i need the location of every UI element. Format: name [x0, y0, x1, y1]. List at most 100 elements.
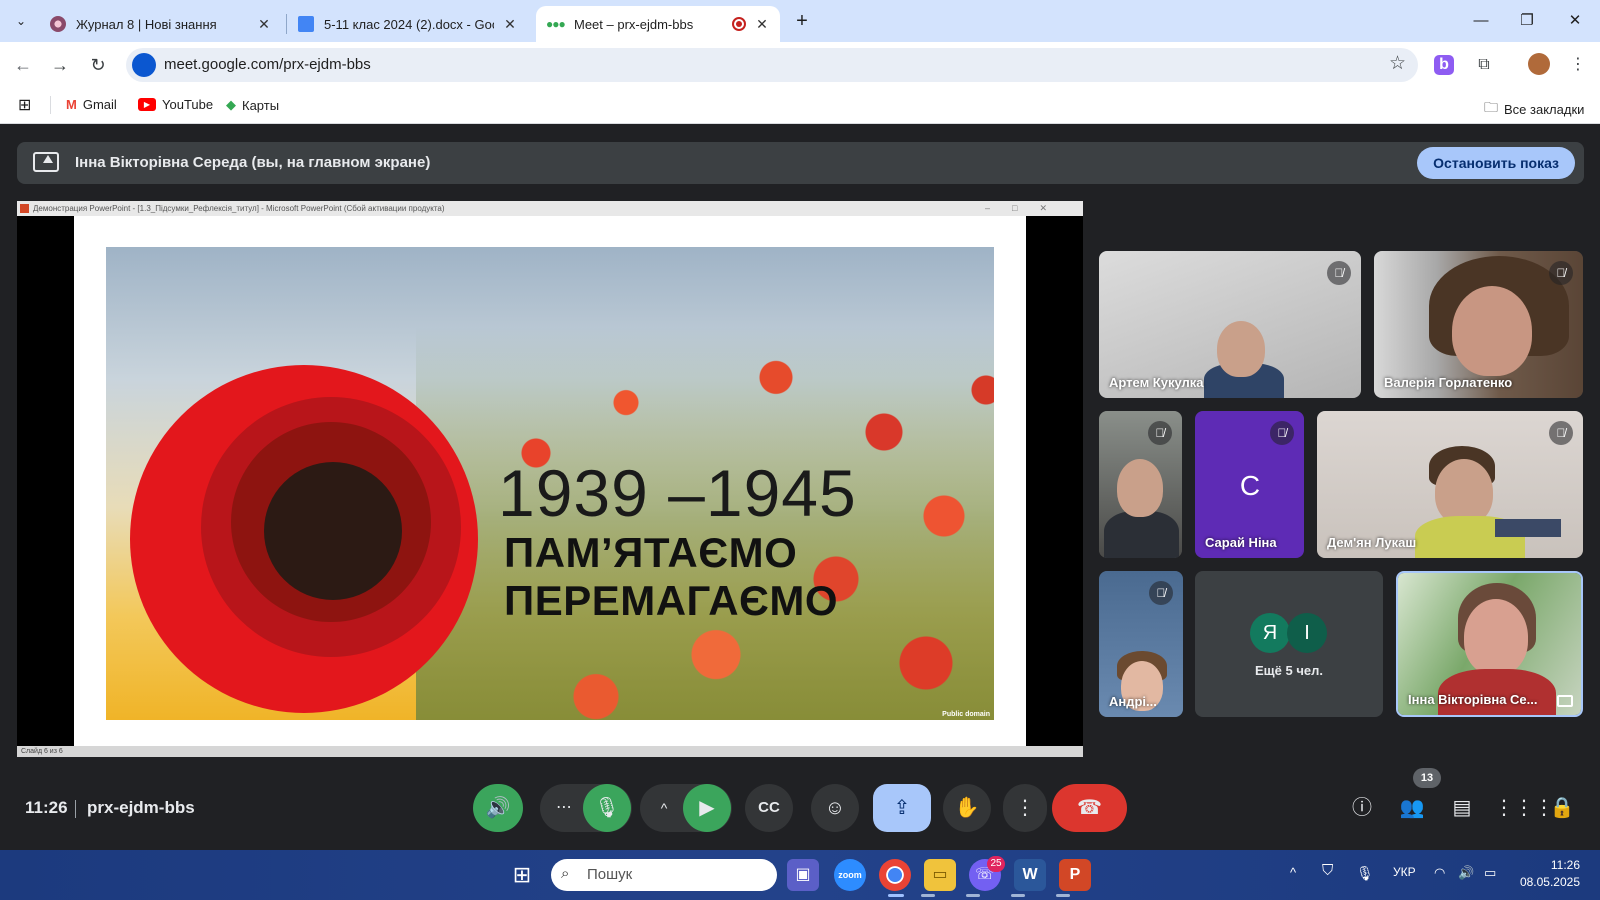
muted-mic-icon: 🎙̸	[1549, 421, 1573, 445]
wifi-icon[interactable]: ◠	[1434, 865, 1445, 881]
bookmark-maps[interactable]: ◆ Карты	[226, 97, 279, 113]
participant-name: Сарай Ніна	[1205, 535, 1277, 550]
extension-b-icon[interactable]: b	[1434, 55, 1454, 75]
shared-screen: Демонстрация PowerPoint - [1.3_Підсумки_…	[17, 201, 1083, 757]
self-tile[interactable]: Інна Вікторівна Се...	[1396, 571, 1583, 717]
more-participants-tile[interactable]: Я І Ещё 5 чел.	[1195, 571, 1383, 717]
participant-avatar: Я	[1250, 613, 1290, 653]
muted-mic-icon: 🎙̸	[1327, 261, 1351, 285]
camera-options-chevron-icon[interactable]: ^	[652, 784, 676, 832]
minimize-icon[interactable]: —	[1458, 8, 1504, 34]
extensions-puzzle-icon[interactable]: ⧉	[1472, 53, 1496, 77]
file-explorer-icon[interactable]: ▭	[924, 859, 956, 891]
bookmark-label: Карты	[242, 97, 280, 113]
battery-icon[interactable]: ▭	[1484, 865, 1496, 881]
journal-favicon-icon	[50, 16, 66, 32]
security-shield-icon[interactable]: ⛉	[1322, 862, 1333, 879]
chat-icon[interactable]: ▤	[1444, 790, 1480, 826]
slide-image: 1939 –1945 ПАМ’ЯТАЄМО ПЕРЕМАГАЄМО Public…	[106, 247, 994, 720]
youtube-icon: ▶	[138, 98, 156, 111]
close-icon[interactable]: ✕	[502, 16, 518, 33]
close-icon[interactable]: ✕	[256, 16, 272, 33]
app-indicator	[1056, 894, 1070, 897]
meeting-time: 11:26	[25, 798, 68, 817]
restore-icon[interactable]: ❐	[1504, 8, 1550, 34]
muted-mic-icon: 🎙̸	[1549, 261, 1573, 285]
mic-more-options-icon[interactable]: ⋯	[552, 784, 576, 832]
browser-toolbar: ← → ↻ meet.google.com/prx-ejdm-bbs ☆ b ⧉…	[0, 42, 1600, 88]
chrome-icon[interactable]	[879, 859, 911, 891]
people-icon[interactable]: 👥	[1394, 790, 1430, 826]
meet-site-icon[interactable]	[132, 53, 156, 77]
windows-start-icon[interactable]: ⊞	[506, 859, 538, 891]
clock-date: 08.05.2025	[1519, 875, 1580, 889]
bookmark-star-icon[interactable]: ☆	[1389, 52, 1406, 75]
raise-hand-button[interactable]: ✋	[943, 784, 991, 832]
presenting-text: Інна Вікторівна Середа (вы, на главном э…	[75, 154, 431, 171]
participant-tile[interactable]: С 🎙̸ Сарай Ніна	[1195, 411, 1304, 558]
address-bar[interactable]: meet.google.com/prx-ejdm-bbs ☆	[126, 48, 1418, 82]
system-clock[interactable]: 11:26 08.05.2025	[1520, 857, 1580, 891]
more-options-button[interactable]: ⋮	[1003, 784, 1047, 832]
tab-meet[interactable]: ●●● Meet – prx-ejdm-bbs ✕	[536, 6, 780, 42]
back-icon[interactable]: ←	[10, 52, 36, 78]
app-indicator	[1011, 894, 1025, 897]
host-controls-lock-icon[interactable]: 🔒	[1544, 790, 1580, 826]
profile-avatar[interactable]	[1528, 53, 1550, 75]
participant-tile[interactable]: 🎙̸	[1099, 411, 1182, 558]
zoom-icon[interactable]: zoom	[834, 859, 866, 891]
meeting-info-icon[interactable]: ⓘ	[1344, 790, 1380, 826]
activities-grid-icon[interactable]: ⋮⋮⋮	[1494, 790, 1554, 826]
participant-tile[interactable]: 🎙̸ Артем Кукулка	[1099, 251, 1361, 398]
reactions-button[interactable]: ☺	[811, 784, 859, 832]
app-indicator	[966, 894, 980, 897]
presenting-banner: Інна Вікторівна Середа (вы, на главном э…	[17, 142, 1584, 184]
captions-button[interactable]: CC	[745, 784, 793, 832]
apps-grid-icon[interactable]: ⊞	[18, 95, 31, 115]
reload-icon[interactable]: ↻	[85, 52, 111, 78]
muted-mic-icon: 🎙̸	[1148, 421, 1172, 445]
clock-time: 11:26	[1550, 858, 1580, 872]
url-text[interactable]: meet.google.com/prx-ejdm-bbs	[164, 56, 371, 73]
stop-presenting-button[interactable]: Остановить показ	[1417, 147, 1575, 179]
new-tab-button[interactable]: +	[790, 10, 814, 34]
app-indicator	[921, 894, 935, 897]
speaker-icon: 🔊	[485, 797, 511, 819]
search-icon: ⌕	[561, 865, 570, 882]
speaker-button[interactable]: 🔊	[473, 784, 523, 832]
all-bookmarks[interactable]: 🗀 Все закладки	[1484, 97, 1584, 121]
teams-meet-icon[interactable]: ▣	[787, 859, 819, 891]
taskbar-search[interactable]: ⌕ Пошук	[551, 859, 777, 891]
word-icon[interactable]: W	[1014, 859, 1046, 891]
volume-icon[interactable]: 🔊	[1458, 865, 1474, 881]
windows-taskbar: ⊞ ⌕ Пошук ▣ zoom ▭ ☏ 25 W P ^ ⛉ 🎙 УКР ◠ …	[0, 850, 1600, 900]
pip-icon[interactable]	[1557, 695, 1573, 707]
powerpoint-statusbar: Слайд 6 из 6	[17, 746, 1083, 757]
mic-tray-icon[interactable]: 🎙	[1356, 865, 1374, 882]
tab-journal[interactable]: Журнал 8 | Нові знання ✕	[40, 6, 282, 42]
window-close-icon[interactable]: ✕	[1552, 8, 1598, 34]
docs-favicon-icon	[298, 16, 314, 32]
slide-counter: Слайд 6 из 6	[21, 748, 63, 755]
meeting-code: prx-ejdm-bbs	[87, 798, 195, 817]
language-indicator[interactable]: УКР	[1393, 865, 1416, 879]
bookmarks-bar: ⊞ M Gmail ▶ YouTube ◆ Карты 🗀 Все заклад…	[0, 88, 1600, 124]
participant-tile[interactable]: 🎙̸ Валерія Горлатенко	[1374, 251, 1583, 398]
bookmark-gmail[interactable]: M Gmail	[66, 97, 117, 112]
present-button[interactable]: ⇪	[873, 784, 931, 832]
participant-tile[interactable]: 🎙̸ Андрі...	[1099, 571, 1183, 717]
close-icon[interactable]: ✕	[754, 16, 770, 33]
powerpoint-taskbar-icon[interactable]: P	[1059, 859, 1091, 891]
meet-favicon-icon: ●●●	[546, 17, 566, 31]
bookmark-youtube[interactable]: ▶ YouTube	[138, 97, 213, 112]
browser-menu-icon[interactable]: ⋮	[1566, 53, 1590, 77]
tab-search-icon[interactable]: ⌄	[8, 8, 34, 34]
microphone-button[interactable]: 🎙	[583, 784, 631, 832]
participant-tile[interactable]: 🎙̸ Дем'ян Лукаш	[1317, 411, 1583, 558]
tab-docs[interactable]: 5-11 клас 2024 (2).docx - Goog ✕	[288, 6, 528, 42]
forward-icon[interactable]: →	[47, 52, 73, 78]
emoji-icon: ☺	[824, 797, 846, 819]
end-call-button[interactable]: ☎	[1052, 784, 1127, 832]
tray-overflow-icon[interactable]: ^	[1290, 865, 1296, 880]
camera-button[interactable]: ▶	[683, 784, 731, 832]
